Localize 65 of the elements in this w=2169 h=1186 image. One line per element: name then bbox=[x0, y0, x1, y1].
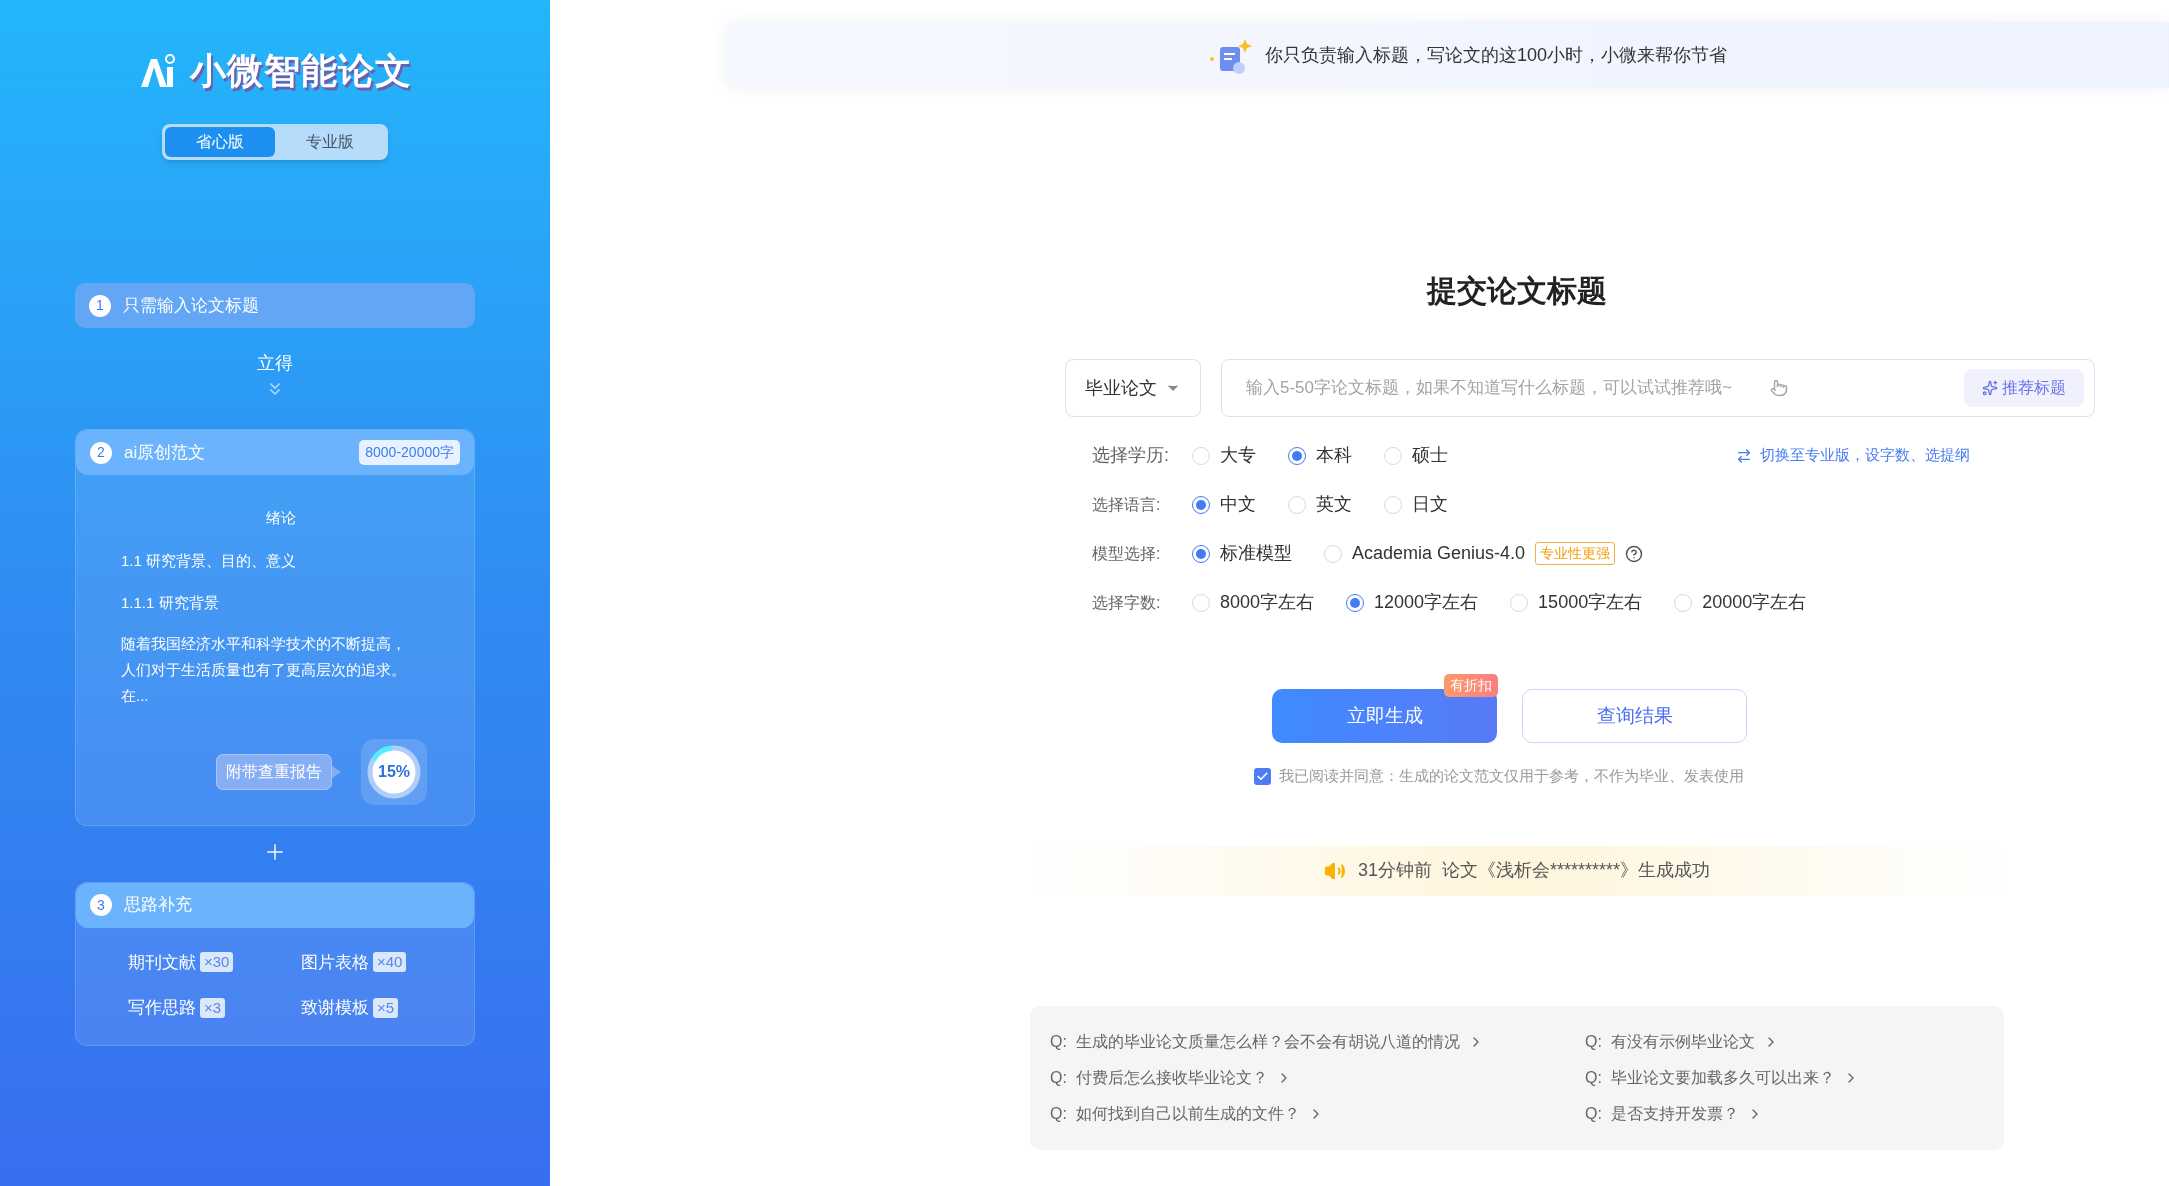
option-text: 本科 bbox=[1316, 444, 1352, 467]
option-label: 选择学历: bbox=[1092, 444, 1170, 467]
option-text: 12000字左右 bbox=[1374, 591, 1479, 614]
preview-paragraph: 随着我国经济水平和科学技术的不断提高，人们对于生活质量也有了更高层次的追求。在... bbox=[121, 633, 406, 706]
step-title: ai原创范文 bbox=[124, 441, 207, 464]
check-icon bbox=[1256, 769, 1269, 783]
logo-text: 小微智能论文 bbox=[190, 49, 412, 93]
count-badge: ×3 bbox=[200, 997, 226, 1018]
option-text: 8000字左右 bbox=[1220, 591, 1315, 614]
count-badge: ×5 bbox=[373, 997, 399, 1018]
feature-label: 期刊文献 bbox=[128, 951, 196, 974]
report-label: 附带查重报告 bbox=[216, 753, 332, 790]
option-text: 日文 bbox=[1412, 493, 1448, 516]
step-number: 2 bbox=[90, 441, 112, 464]
step-title: 只需输入论文标题 bbox=[123, 294, 259, 317]
discount-badge: 有折扣 bbox=[1444, 674, 1498, 697]
option-label: 选择语言: bbox=[1092, 494, 1162, 515]
option-text: 英文 bbox=[1316, 493, 1352, 516]
version-tab[interactable]: 省心版 bbox=[165, 127, 275, 157]
feature-label: 致谢模板 bbox=[301, 997, 369, 1019]
query-result-button[interactable]: 查询结果 bbox=[1522, 689, 1747, 743]
sparkle-icon bbox=[1982, 380, 1998, 396]
faq-link[interactable]: Q: 有没有示例毕业论文 bbox=[1585, 1029, 1984, 1054]
preview-heading: 绪论 bbox=[266, 508, 296, 528]
count-badge: ×30 bbox=[200, 952, 234, 973]
preview-line: 1.1 研究背景、目的、意义 bbox=[121, 550, 298, 571]
banner-text: 你只负责输入标题，写论文的这100小时，小微来帮你节省 bbox=[1264, 43, 1727, 67]
feature-label: 写作思路 bbox=[128, 997, 196, 1019]
paper-type-dropdown[interactable]: 毕业论文 bbox=[1065, 359, 1201, 417]
connector-text: 立得 bbox=[257, 352, 293, 375]
similarity-text: 15% bbox=[378, 761, 410, 782]
word-range-badge: 8000-20000字 bbox=[359, 440, 460, 465]
option-label: 选择字数: bbox=[1092, 592, 1162, 613]
title-input[interactable]: 输入5-50字论文标题，如果不知道写什么标题，可以试试推荐哦~ 推荐标题 bbox=[1221, 359, 2095, 417]
agreement-checkbox[interactable] bbox=[1254, 767, 1271, 785]
count-badge: ×40 bbox=[373, 952, 407, 973]
pointer-arrow bbox=[332, 765, 341, 778]
page-title: 提交论文标题 bbox=[1427, 273, 1607, 309]
feature-tag: 专业性更强 bbox=[1535, 542, 1616, 565]
recommend-title-button[interactable]: 推荐标题 bbox=[1964, 369, 2084, 407]
option-text: 硕士 bbox=[1412, 444, 1448, 467]
switch-icon bbox=[1736, 447, 1752, 464]
faq-link[interactable]: Q: 生成的毕业论文质量怎么样？会不会有胡说八道的情况 bbox=[1050, 1029, 1585, 1054]
option-text: 大专 bbox=[1220, 444, 1256, 467]
feature-label: 图片表格 bbox=[301, 951, 369, 974]
step-number: 3 bbox=[90, 894, 112, 916]
faq-link[interactable]: Q: 付费后怎么接收毕业论文？ bbox=[1050, 1065, 1585, 1090]
option-text: 标准模型 bbox=[1220, 542, 1292, 565]
preview-line: 1.1.1 研究背景 bbox=[121, 593, 220, 613]
option-text: 15000字左右 bbox=[1538, 591, 1643, 614]
notice-text: 31分钟前 论文《浅析会**********》生成成功 bbox=[1357, 859, 1711, 882]
switch-version-link[interactable]: 切换至专业版，设字数、选提纲 bbox=[1736, 444, 1970, 467]
option-text: Academia Genius-4.0 bbox=[1352, 542, 1526, 565]
faq-link[interactable]: Q: 毕业论文要加载多久可以出来？ bbox=[1585, 1065, 1984, 1090]
pointing-hand-icon bbox=[1770, 379, 1788, 397]
step-number: 1 bbox=[89, 294, 111, 317]
option-text: 20000字左右 bbox=[1702, 591, 1807, 614]
help-icon[interactable] bbox=[1625, 544, 1644, 563]
agreement-text: 我已阅读并同意：生成的论文范文仅用于参考，不作为毕业、发表使用 bbox=[1279, 766, 1744, 786]
version-tab[interactable]: 专业版 bbox=[275, 127, 385, 157]
step-title: 思路补充 bbox=[124, 894, 192, 917]
option-label: 模型选择: bbox=[1092, 543, 1162, 564]
option-text: 中文 bbox=[1220, 493, 1256, 516]
faq-link[interactable]: Q: 如何找到自己以前生成的文件？ bbox=[1050, 1101, 1585, 1126]
faq-link[interactable]: Q: 是否支持开发票？ bbox=[1585, 1101, 1984, 1126]
